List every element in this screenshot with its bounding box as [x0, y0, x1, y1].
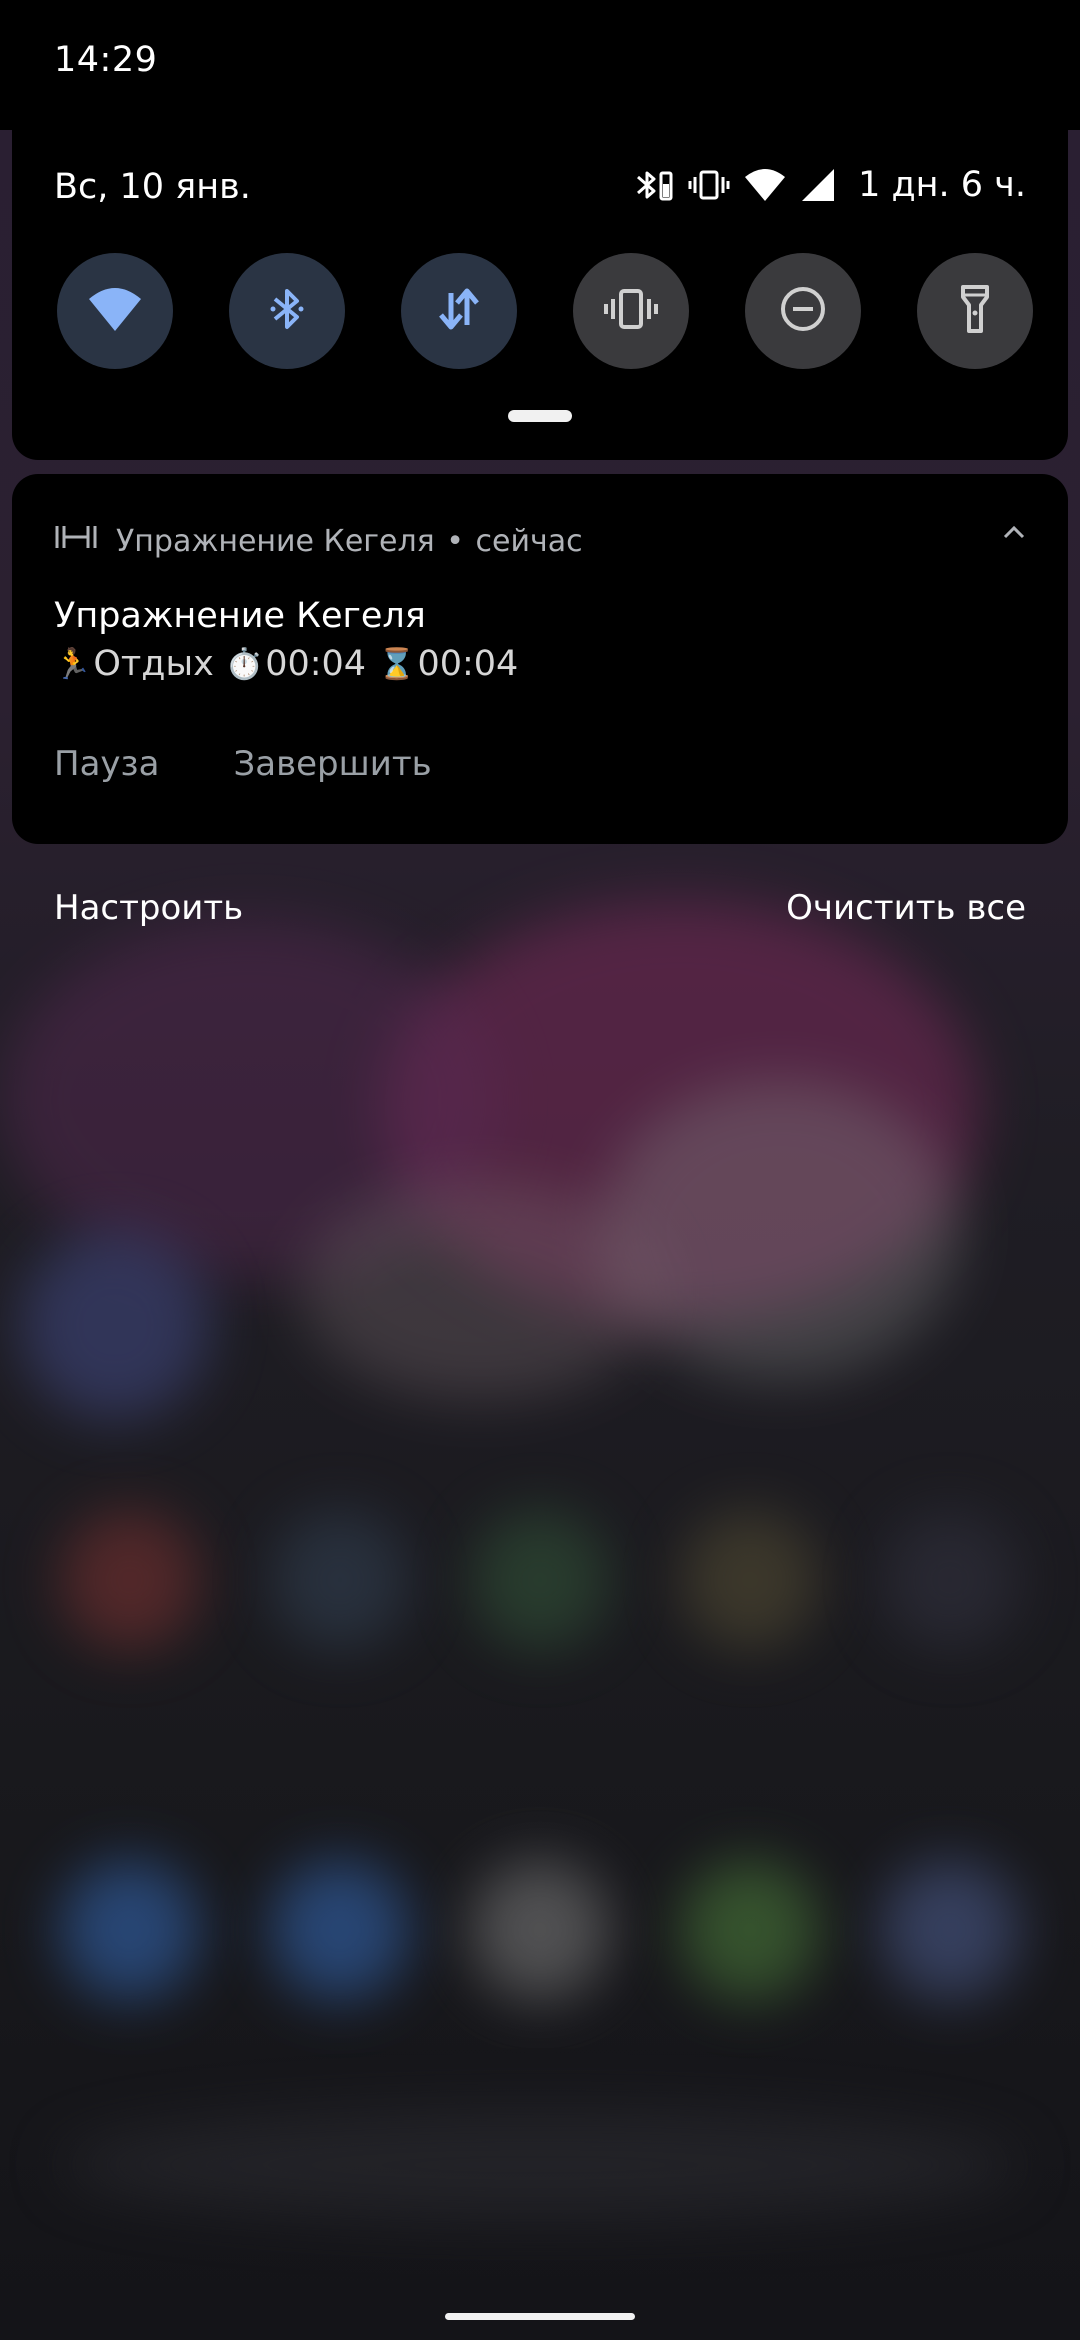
- qs-date[interactable]: Вс, 10 янв.: [54, 167, 251, 207]
- hourglass-emoji: ⌛: [378, 646, 416, 682]
- pause-button[interactable]: Пауза: [54, 744, 159, 784]
- qs-status-icons: 1 дн. 6 ч.: [634, 165, 1026, 205]
- bluetooth-icon: [634, 167, 674, 203]
- qs-tiles: [57, 253, 1033, 369]
- tile-wifi[interactable]: [57, 253, 173, 369]
- runner-emoji: 🏃: [54, 646, 92, 682]
- clear-all-button[interactable]: Очистить все: [786, 888, 1026, 928]
- bluetooth-icon: [267, 285, 307, 337]
- chevron-up-icon[interactable]: [1002, 524, 1026, 544]
- notification-header: Упражнение Кегеля • сейчас: [54, 522, 583, 560]
- battery-remaining-text: 1 дн. 6 ч.: [858, 165, 1026, 205]
- exercise-status: Отдых: [93, 644, 214, 684]
- tile-vibrate[interactable]: [573, 253, 689, 369]
- remaining-time: 00:04: [417, 644, 519, 684]
- wifi-icon: [87, 285, 143, 337]
- cell-signal-icon: [800, 167, 836, 203]
- manage-notifications-button[interactable]: Настроить: [54, 888, 243, 928]
- quick-settings-panel: Вс, 10 янв. 1 дн. 6 ч.: [12, 90, 1068, 460]
- do-not-disturb-icon: [779, 285, 827, 337]
- qs-drag-handle[interactable]: [508, 410, 572, 422]
- header-separator: •: [446, 523, 464, 559]
- notification-card[interactable]: Упражнение Кегеля • сейчас Упражнение Ке…: [12, 474, 1068, 844]
- status-clock: 14:29: [54, 40, 158, 80]
- shade-footer: Настроить Очистить все: [54, 888, 1026, 928]
- gesture-nav-handle[interactable]: [445, 2313, 635, 2320]
- dumbbell-icon: [54, 522, 98, 560]
- notification-app-name: Упражнение Кегеля: [116, 523, 435, 559]
- tile-flashlight[interactable]: [917, 253, 1033, 369]
- flashlight-icon: [957, 283, 993, 339]
- notification-title: Упражнение Кегеля: [54, 596, 426, 636]
- notification-body: 🏃 Отдых ⏱️ 00:04 ⌛ 00:04: [54, 644, 518, 684]
- vibrate-icon: [688, 167, 730, 203]
- notification-actions: Пауза Завершить: [54, 744, 432, 784]
- mobile-data-icon: [437, 285, 481, 337]
- elapsed-time: 00:04: [265, 644, 367, 684]
- tile-mobile-data[interactable]: [401, 253, 517, 369]
- notification-time: сейчас: [475, 523, 583, 559]
- tile-bluetooth[interactable]: [229, 253, 345, 369]
- stopwatch-emoji: ⏱️: [225, 646, 264, 682]
- finish-button[interactable]: Завершить: [233, 744, 431, 784]
- vibrate-icon: [604, 285, 658, 337]
- wifi-icon: [744, 167, 786, 203]
- tile-do-not-disturb[interactable]: [745, 253, 861, 369]
